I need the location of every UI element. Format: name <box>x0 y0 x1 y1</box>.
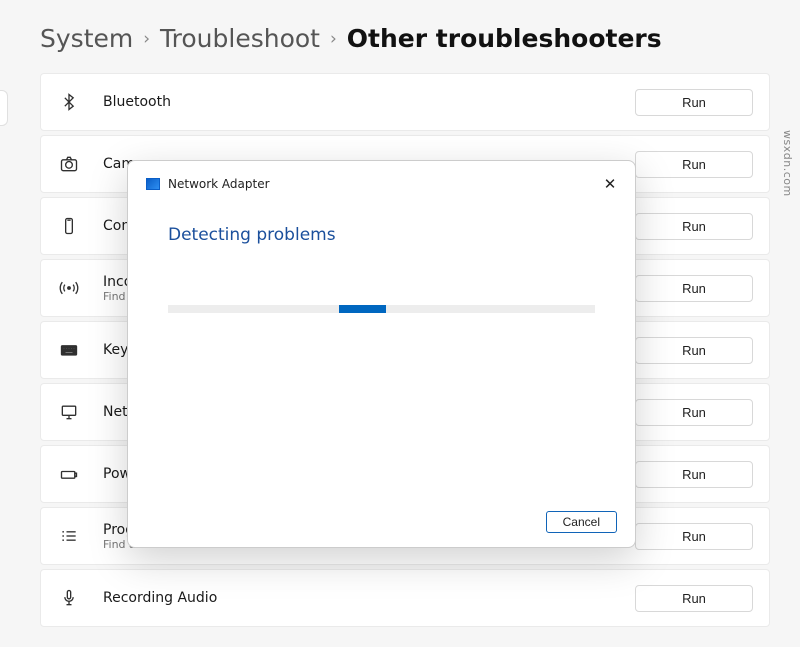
run-button[interactable]: Run <box>635 275 753 302</box>
dialog-titlebar: Network Adapter ✕ <box>128 161 635 199</box>
keyboard-icon <box>57 338 81 362</box>
app-icon <box>146 178 160 190</box>
left-edge-stub <box>0 90 8 126</box>
monitor-icon <box>57 400 81 424</box>
close-icon[interactable]: ✕ <box>595 171 625 197</box>
microphone-icon <box>57 586 81 610</box>
dialog-window-title: Network Adapter <box>168 177 595 191</box>
progress-bar <box>168 305 595 313</box>
signal-icon <box>57 276 81 300</box>
run-button[interactable]: Run <box>635 337 753 364</box>
phone-icon <box>57 214 81 238</box>
page-title: Other troubleshooters <box>347 24 662 53</box>
run-button[interactable]: Run <box>635 89 753 116</box>
battery-icon <box>57 462 81 486</box>
row-title: Recording Audio <box>103 590 635 606</box>
breadcrumb: System › Troubleshoot › Other troublesho… <box>40 24 770 53</box>
run-button[interactable]: Run <box>635 523 753 550</box>
run-button[interactable]: Run <box>635 461 753 488</box>
run-button[interactable]: Run <box>635 151 753 178</box>
troubleshooter-row-bluetooth: Bluetooth Run <box>40 73 770 131</box>
cancel-button[interactable]: Cancel <box>546 511 617 533</box>
run-button[interactable]: Run <box>635 399 753 426</box>
camera-icon <box>57 152 81 176</box>
chevron-right-icon: › <box>143 29 150 49</box>
chevron-right-icon: › <box>330 29 337 49</box>
dialog-body: Detecting problems <box>128 199 635 501</box>
progress-indicator <box>339 305 386 313</box>
row-title: Bluetooth <box>103 94 635 110</box>
breadcrumb-troubleshoot[interactable]: Troubleshoot <box>160 24 320 53</box>
watermark: wsxdn.com <box>781 130 794 197</box>
troubleshooter-dialog: Network Adapter ✕ Detecting problems Can… <box>127 160 636 548</box>
run-button[interactable]: Run <box>635 213 753 240</box>
dialog-heading: Detecting problems <box>168 225 595 245</box>
troubleshooter-row-recording-audio: Recording Audio Run <box>40 569 770 627</box>
bluetooth-icon <box>57 90 81 114</box>
breadcrumb-system[interactable]: System <box>40 24 133 53</box>
dialog-footer: Cancel <box>128 501 635 547</box>
run-button[interactable]: Run <box>635 585 753 612</box>
list-icon <box>57 524 81 548</box>
